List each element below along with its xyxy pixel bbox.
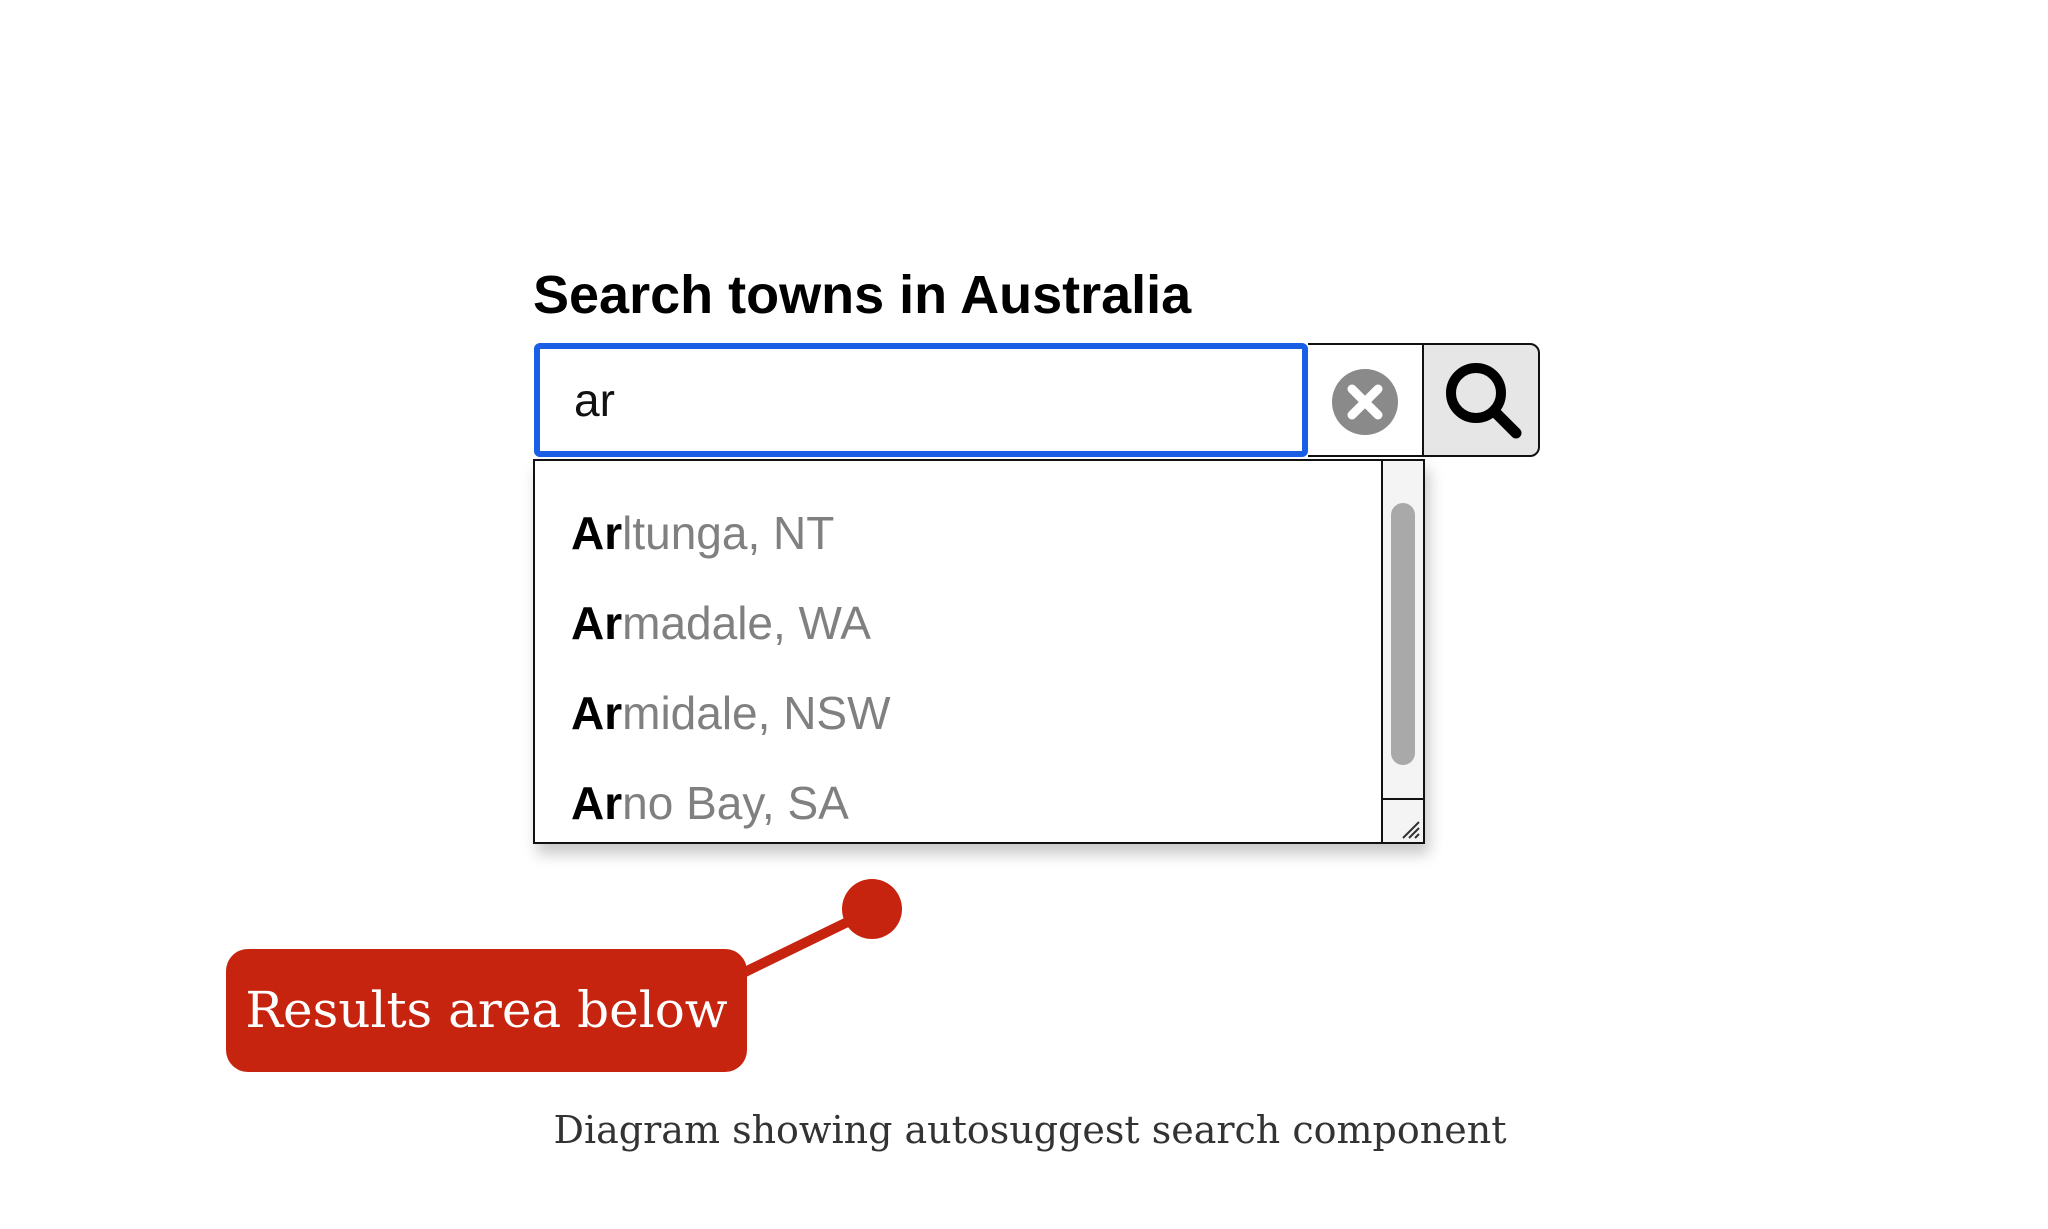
result-match-text: Ar — [571, 687, 623, 739]
resize-grip-icon — [1402, 821, 1420, 839]
clear-circle-x-icon[interactable] — [1331, 368, 1399, 436]
search-input[interactable]: ar — [534, 343, 1308, 457]
result-rest-text: no Bay, SA — [622, 777, 849, 829]
resize-handle[interactable] — [1381, 798, 1423, 842]
search-input-value[interactable]: ar — [574, 374, 615, 426]
result-match-text: Ar — [571, 777, 623, 829]
callout-label: Results area below — [226, 949, 747, 1072]
callout-connector-line — [740, 907, 873, 977]
scrollbar-thumb[interactable] — [1391, 503, 1415, 765]
result-match-text: Ar — [571, 507, 623, 559]
result-item[interactable]: Arno Bay, SA — [571, 775, 849, 831]
figure-caption: Diagram showing autosuggest search compo… — [553, 1108, 1507, 1152]
search-submit-button[interactable] — [1422, 343, 1540, 457]
results-scrollbar[interactable] — [1381, 461, 1423, 800]
magnifying-glass-icon — [1446, 363, 1522, 439]
result-rest-text: madale, WA — [622, 597, 871, 649]
clear-button[interactable] — [1308, 343, 1422, 457]
result-rest-text: ltunga, NT — [622, 507, 835, 559]
result-item[interactable]: Armadale, WA — [571, 595, 871, 651]
result-item[interactable]: Arltunga, NT — [571, 505, 834, 561]
search-label: Search towns in Australia — [533, 265, 1192, 325]
result-item[interactable]: Armidale, NSW — [571, 685, 891, 741]
result-rest-text: midale, NSW — [622, 687, 891, 739]
callout-pointer-dot — [842, 879, 902, 939]
result-match-text: Ar — [571, 597, 623, 649]
results-list: Arltunga, NT Armadale, WA Armidale, NSW … — [533, 459, 1425, 844]
